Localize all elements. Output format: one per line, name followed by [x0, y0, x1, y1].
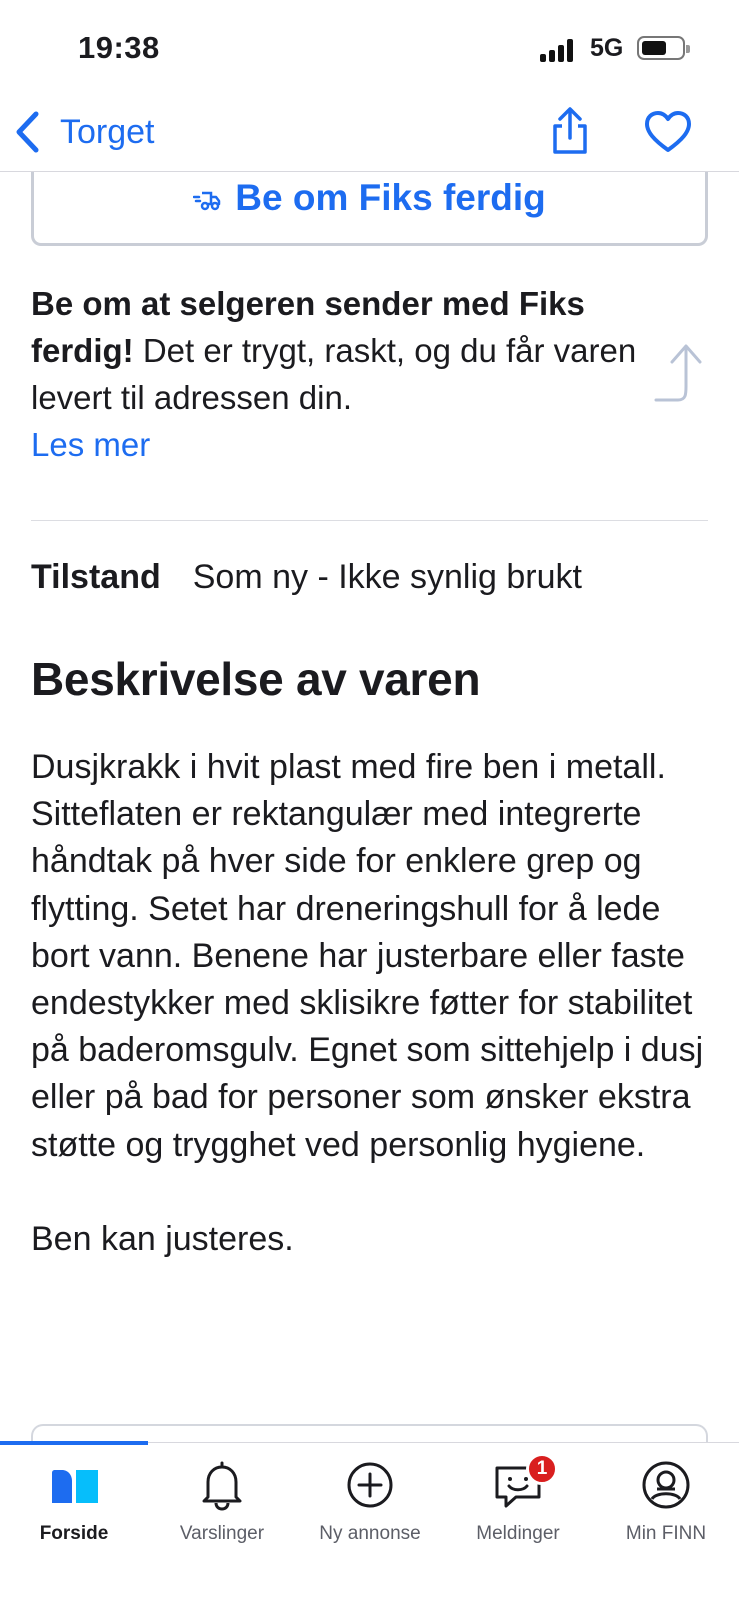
- tab-label: Min FINN: [625, 1523, 707, 1544]
- fiks-ferdig-promo: Be om at selgeren sender med Fiks ferdig…: [31, 280, 651, 468]
- favorite-button[interactable]: [644, 110, 692, 154]
- divider: [31, 520, 708, 521]
- read-more-link[interactable]: Les mer: [31, 421, 651, 468]
- tab-varslinger[interactable]: Varslinger: [148, 1443, 296, 1553]
- condition-row: Tilstand Som ny - Ikke synlig brukt: [31, 558, 582, 597]
- description-paragraph: Dusjkrakk i hvit plast med fire ben i me…: [31, 748, 704, 1164]
- back-label: Torget: [60, 112, 155, 151]
- tab-meldinger[interactable]: 1 Meldinger: [444, 1443, 592, 1553]
- share-icon: [553, 107, 587, 154]
- request-fiks-ferdig-button[interactable]: Be om Fiks ferdig: [31, 172, 708, 246]
- tab-forside[interactable]: Forside: [0, 1443, 148, 1553]
- tab-min-finn[interactable]: Min FINN: [592, 1443, 739, 1553]
- status-time: 19:38: [78, 30, 160, 65]
- tab-label: Ny annonse: [319, 1523, 421, 1544]
- description-text: Dusjkrakk i hvit plast med fire ben i me…: [31, 744, 711, 1263]
- status-bar: 19:38 5G: [0, 0, 739, 96]
- tab-label: Meldinger: [476, 1523, 560, 1544]
- description-paragraph: Ben kan justeres.: [31, 1219, 294, 1258]
- nav-bar: Torget: [0, 96, 739, 172]
- chat-icon: 1: [492, 1453, 558, 1511]
- tab-bar: Forside Varslinger Ny annonse 1 Meldinge…: [0, 1441, 739, 1600]
- delivery-truck-icon: [193, 191, 221, 210]
- description-title: Beskrivelse av varen: [31, 653, 481, 705]
- bell-icon: [196, 1459, 248, 1511]
- share-button[interactable]: [548, 106, 592, 156]
- chevron-left-icon: [16, 111, 39, 153]
- heart-icon: [645, 111, 691, 152]
- unread-badge: 1: [526, 1453, 558, 1485]
- battery-icon: [637, 36, 690, 60]
- scroll-to-top-button[interactable]: [652, 340, 712, 406]
- tab-label: Forside: [39, 1523, 109, 1544]
- plus-circle-icon: [344, 1459, 396, 1511]
- next-section-card: [31, 1424, 708, 1442]
- back-button[interactable]: Torget: [14, 104, 155, 160]
- ad-content: Be om Fiks ferdig Be om at selgeren send…: [0, 172, 739, 1442]
- condition-label: Tilstand: [31, 558, 161, 596]
- tab-label: Varslinger: [179, 1523, 265, 1544]
- profile-icon: [640, 1459, 692, 1511]
- condition-value: Som ny - Ikke synlig brukt: [192, 558, 582, 596]
- fiks-button-label: Be om Fiks ferdig: [235, 176, 546, 218]
- network-label: 5G: [590, 34, 624, 62]
- signal-icon: [540, 38, 578, 62]
- arrow-up-curved-icon: [654, 344, 702, 402]
- home-icon: [48, 1459, 100, 1511]
- tab-ny-annonse[interactable]: Ny annonse: [296, 1443, 444, 1553]
